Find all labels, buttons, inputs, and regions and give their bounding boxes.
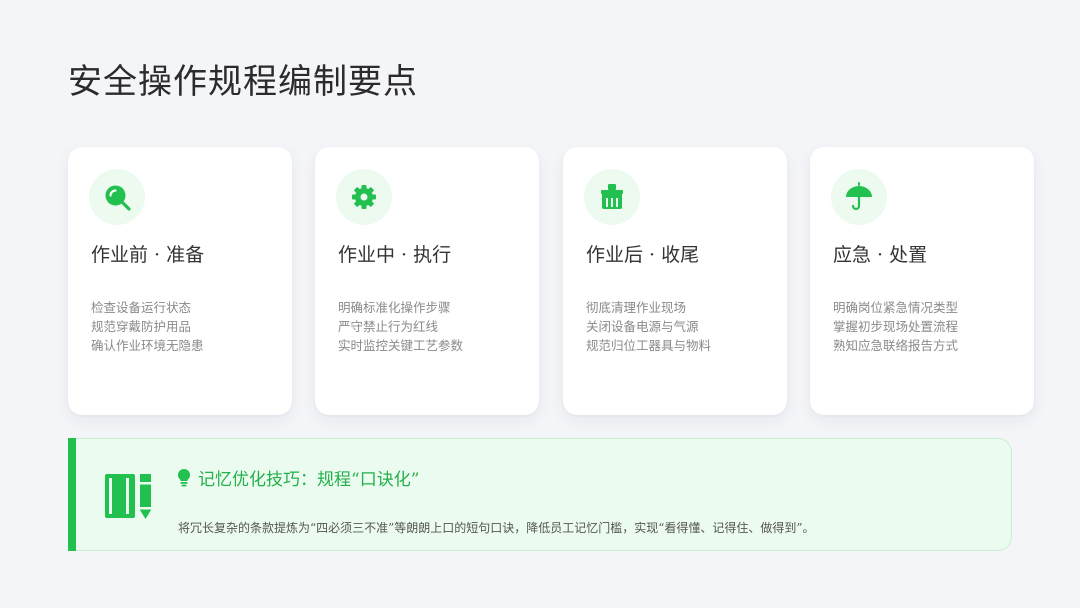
card-title: 作业中 · 执行 — [338, 244, 452, 266]
broom-icon — [584, 169, 640, 225]
card-title: 作业后 · 收尾 — [586, 244, 700, 266]
search-icon — [89, 169, 145, 225]
list-item: 明确标准化操作步骤 — [338, 300, 451, 315]
notebook-pen-icon — [104, 471, 154, 525]
tip-heading-text: 记忆优化技巧：规程“口诀化” — [198, 470, 420, 490]
card-emergency: 应急 · 处置 明确岗位紧急情况类型 掌握初步现场处置流程 熟知应急联络报告方式 — [810, 147, 1034, 415]
card-checklist: 明确标准化操作步骤 严守禁止行为红线 实时监控关键工艺参数 — [338, 298, 463, 355]
list-item: 掌握初步现场处置流程 — [833, 319, 959, 334]
tip-body: 将冗长复杂的条款提炼为“四必须三不准”等朗朗上口的短句口诀，降低员工记忆门槛，实… — [178, 521, 815, 535]
list-item: 检查设备运行状态 — [91, 300, 192, 315]
card-during-work: 作业中 · 执行 明确标准化操作步骤 严守禁止行为红线 实时监控关键工艺参数 — [315, 147, 539, 415]
card-checklist: 彻底清理作业现场 关闭设备电源与气源 规范归位工器具与物料 — [586, 298, 711, 355]
memory-tip-panel: 记忆优化技巧：规程“口诀化” 将冗长复杂的条款提炼为“四必须三不准”等朗朗上口的… — [68, 438, 1012, 551]
gear-icon — [336, 169, 392, 225]
list-item: 严守禁止行为红线 — [338, 319, 439, 334]
list-item: 确认作业环境无隐患 — [91, 338, 204, 353]
list-item: 规范归位工器具与物料 — [586, 338, 712, 353]
card-checklist: 检查设备运行状态 规范穿戴防护用品 确认作业环境无隐患 — [91, 298, 204, 355]
page-title: 安全操作规程编制要点 — [68, 62, 418, 102]
list-item: 关闭设备电源与气源 — [586, 319, 699, 334]
card-before-work: 作业前 · 准备 检查设备运行状态 规范穿戴防护用品 确认作业环境无隐患 — [68, 147, 292, 415]
list-item: 明确岗位紧急情况类型 — [833, 300, 959, 315]
accent-bar — [68, 438, 76, 551]
lightbulb-icon — [177, 468, 191, 491]
list-item: 彻底清理作业现场 — [586, 300, 687, 315]
card-title: 作业前 · 准备 — [91, 244, 205, 266]
card-title: 应急 · 处置 — [833, 244, 928, 266]
card-checklist: 明确岗位紧急情况类型 掌握初步现场处置流程 熟知应急联络报告方式 — [833, 298, 958, 355]
list-item: 规范穿戴防护用品 — [91, 319, 192, 334]
tip-heading: 记忆优化技巧：规程“口诀化” — [177, 468, 420, 492]
list-item: 熟知应急联络报告方式 — [833, 338, 959, 353]
list-item: 实时监控关键工艺参数 — [338, 338, 464, 353]
card-after-work: 作业后 · 收尾 彻底清理作业现场 关闭设备电源与气源 规范归位工器具与物料 — [563, 147, 787, 415]
umbrella-icon — [831, 169, 887, 225]
